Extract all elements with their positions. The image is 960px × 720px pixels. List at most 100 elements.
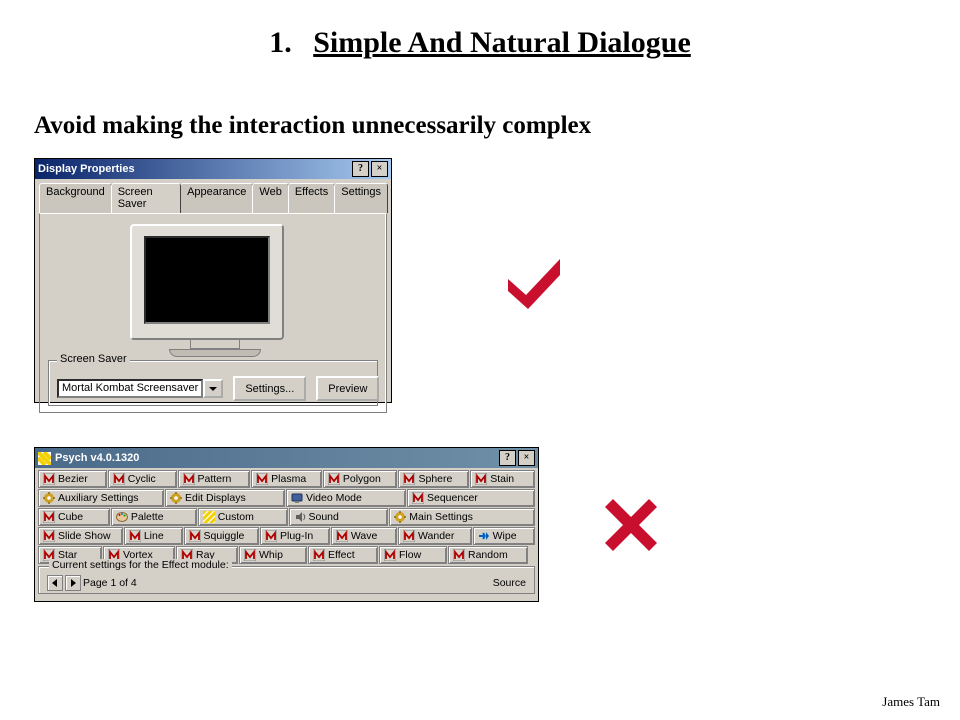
tab-effect[interactable]: Effect [308,546,378,564]
tab-auxiliary-settings[interactable]: Auxiliary Settings [38,489,164,507]
cross-icon [599,493,663,557]
tab-panel: Screen Saver Mortal Kombat Screensaver S… [39,213,387,413]
m-icon [183,473,195,485]
m-icon [43,530,55,542]
tab-label: Flow [399,549,421,561]
tab-label: Random [468,549,508,561]
m-icon [453,549,465,561]
tab-label: Sound [309,511,339,523]
m-icon [403,530,415,542]
tab-stain[interactable]: Stain [470,470,535,488]
tab-plug-in[interactable]: Plug-In [260,527,330,545]
tab-sphere[interactable]: Sphere [398,470,469,488]
tab-whip[interactable]: Whip [239,546,307,564]
m-icon [265,530,277,542]
m-icon [43,511,55,523]
tab-label: Wander [418,530,454,542]
tab-screen-saver[interactable]: Screen Saver [111,183,181,213]
tab-video-mode[interactable]: Video Mode [286,489,406,507]
group-legend: Screen Saver [57,353,130,365]
title-text: Simple And Natural Dialogue [313,26,691,59]
tab-wave[interactable]: Wave [331,527,397,545]
tab-label: Edit Displays [185,492,246,504]
author-footer: James Tam [882,694,940,710]
tab-wipe[interactable]: Wipe [473,527,535,545]
tab-label: Effect [328,549,355,561]
tab-label: Palette [131,511,164,523]
slide: 1. Simple And Natural Dialogue Avoid mak… [0,0,960,720]
tab-effects[interactable]: Effects [288,183,335,213]
screensaver-select[interactable]: Mortal Kombat Screensaver [57,379,223,398]
monitor-preview [130,224,300,354]
m-icon [313,549,325,561]
tab-squiggle[interactable]: Squiggle [184,527,259,545]
tab-random[interactable]: Random [448,546,528,564]
titlebar[interactable]: Display Properties ? × [35,159,391,179]
tab-label: Stain [490,473,514,485]
gear-icon [170,492,182,504]
tab-web[interactable]: Web [252,183,288,213]
tab-cube[interactable]: Cube [38,508,110,526]
check-icon [502,249,566,313]
close-button[interactable]: × [371,161,388,177]
tab-sound[interactable]: Sound [289,508,389,526]
figures: Display Properties ? × BackgroundScreen … [34,158,926,602]
arrow-right-icon [478,530,490,542]
tab-cyclic[interactable]: Cyclic [108,470,177,488]
help-button[interactable]: ? [352,161,369,177]
tab-flow[interactable]: Flow [379,546,447,564]
group-legend: Current settings for the Effect module: [49,559,232,571]
tab-pattern[interactable]: Pattern [178,470,251,488]
tab-main-settings[interactable]: Main Settings [389,508,535,526]
screensaver-group: Screen Saver Mortal Kombat Screensaver S… [48,360,378,406]
hatch-icon [203,511,215,523]
sound-icon [294,511,306,523]
tab-appearance[interactable]: Appearance [180,183,253,213]
m-icon [475,473,487,485]
tab-line[interactable]: Line [124,527,183,545]
tab-label: Plasma [271,473,306,485]
settings-button[interactable]: Settings... [233,376,306,401]
tab-plasma[interactable]: Plasma [251,470,322,488]
preview-button[interactable]: Preview [316,376,379,401]
tab-label: Wave [351,530,377,542]
tab-label: Whip [259,549,283,561]
tab-label: Cube [58,511,83,523]
chevron-down-icon[interactable] [203,379,223,398]
help-button[interactable]: ? [499,450,516,466]
tab-settings[interactable]: Settings [334,183,388,213]
tab-label: Slide Show [58,530,111,542]
tab-wander[interactable]: Wander [398,527,472,545]
page-next-button[interactable] [65,575,81,591]
titlebar[interactable]: Psych v4.0.1320 ? × [35,448,538,468]
tab-label: Cyclic [128,473,156,485]
tab-slide-show[interactable]: Slide Show [38,527,123,545]
tab-label: Custom [218,511,254,523]
m-icon [328,473,340,485]
tab-label: Pattern [198,473,232,485]
tab-polygon[interactable]: Polygon [323,470,398,488]
m-icon [336,530,348,542]
psych-dialog: Psych v4.0.1320 ? × Bezier Cyclic Pattern P… [34,447,539,602]
tab-edit-displays[interactable]: Edit Displays [165,489,285,507]
tab-custom[interactable]: Custom [198,508,288,526]
tab-grid: Bezier Cyclic Pattern Plasma PolygonSphere St… [38,470,535,564]
screensaver-value: Mortal Kombat Screensaver [57,379,203,398]
tab-bezier[interactable]: Bezier [38,470,107,488]
pager: Page 1 of 4 [47,575,137,591]
monitor-icon [291,492,303,504]
source-label: Source [493,577,526,589]
window-title: Psych v4.0.1320 [55,452,139,464]
tab-label: Main Settings [409,511,473,523]
close-button[interactable]: × [518,450,535,466]
gear-icon [43,492,55,504]
tab-palette[interactable]: Palette [111,508,197,526]
tab-label: Line [144,530,164,542]
tab-sequencer[interactable]: Sequencer [407,489,535,507]
window-title: Display Properties [38,163,135,175]
page-prev-button[interactable] [47,575,63,591]
screensaver-preview [144,236,270,324]
tab-label: Sequencer [427,492,478,504]
slide-title: 1. Simple And Natural Dialogue [34,26,926,60]
tab-background[interactable]: Background [39,183,112,213]
